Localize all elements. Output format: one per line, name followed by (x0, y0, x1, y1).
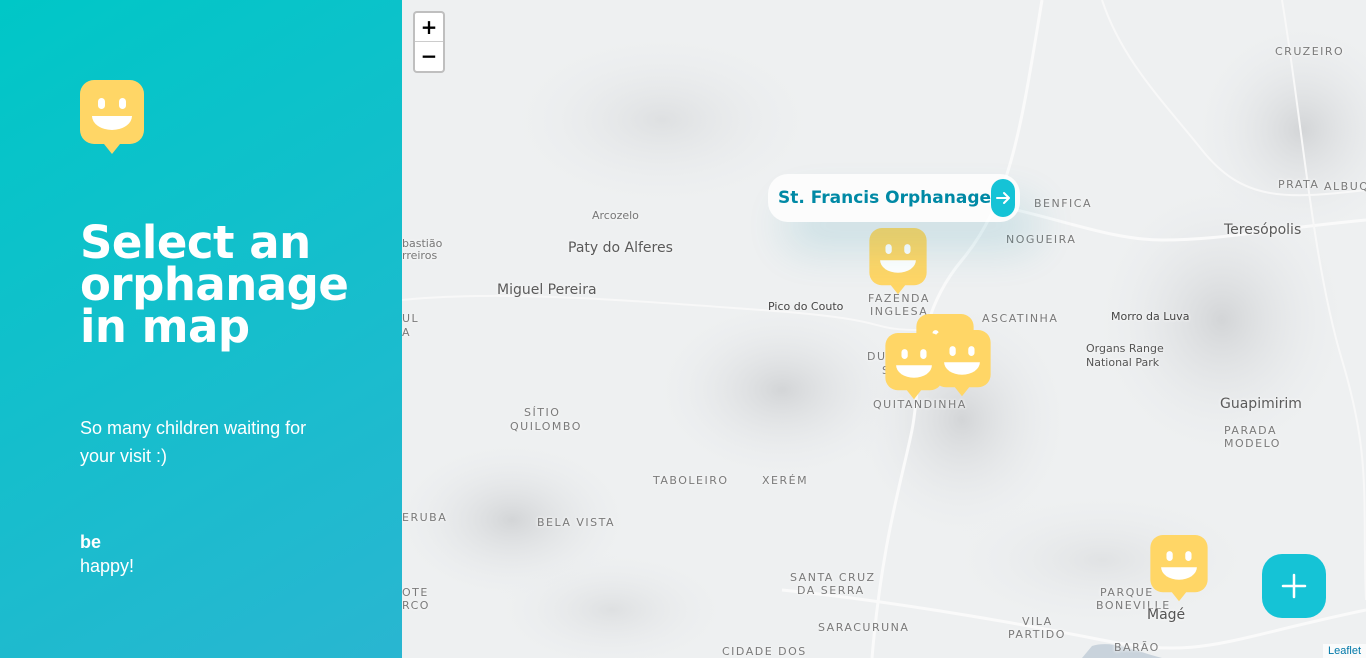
place-label: CRUZEIRO (1275, 45, 1345, 58)
place-label: MODELO (1224, 437, 1281, 450)
zoom-control: + − (413, 11, 445, 73)
zoom-out-button[interactable]: − (415, 42, 443, 71)
arrow-right-icon (996, 192, 1011, 204)
map[interactable]: CRUZEIRO PRATA ALBUQ BENFICA NOGUEIRA Te… (402, 0, 1366, 658)
plus-icon (1281, 573, 1307, 599)
place-label: XERÉM (762, 474, 809, 487)
place-label: UL (402, 312, 420, 325)
place-label: DA SERRA (797, 584, 865, 597)
place-label: RCO (402, 599, 430, 612)
place-label: Pico do Couto (768, 300, 844, 313)
zoom-in-button[interactable]: + (415, 13, 443, 42)
map-terrain (402, 0, 1366, 658)
place-label: PARADA (1224, 424, 1277, 437)
place-label: TABOLEIRO (653, 474, 729, 487)
footer-strong: be (80, 532, 102, 552)
page-title: Select an orphanage in map (80, 216, 349, 353)
place-label: DU (867, 350, 887, 363)
place-label: CIDADE DOS (722, 645, 807, 658)
place-label: BENFICA (1034, 197, 1093, 210)
smiley-marker-icon (1150, 535, 1208, 602)
smiley-marker-icon (933, 330, 991, 397)
place-label: Miguel Pereira (497, 282, 597, 298)
place-label: Magé (1147, 607, 1186, 623)
place-label: Arcozelo (592, 209, 639, 222)
popup-orphanage-name: St. Francis Orphanage (778, 188, 992, 208)
place-label: QUILOMBO (510, 420, 582, 433)
place-label: rreiros (402, 249, 438, 262)
orphanage-popup: St. Francis Orphanage (768, 174, 1020, 222)
place-label: Morro da Luva (1111, 310, 1190, 323)
place-label: Organs Range (1086, 342, 1164, 355)
place-label: PARTIDO (1008, 628, 1066, 641)
place-label: PARQUE (1100, 586, 1154, 599)
place-label: ALBUQ (1324, 180, 1366, 193)
smiley-marker-icon (869, 228, 927, 295)
map-attribution[interactable]: Leaflet (1322, 644, 1366, 658)
place-label: A (402, 326, 412, 339)
smiley-marker-icon (80, 80, 144, 156)
orphanage-marker[interactable] (1150, 535, 1208, 603)
place-label: ERUBA (402, 511, 448, 524)
place-label: VILA (1022, 615, 1053, 628)
sidebar-footer: be happy! (80, 530, 134, 578)
place-label: National Park (1086, 356, 1160, 369)
page-subtitle: So many children waiting for your visit … (80, 418, 307, 466)
popup-details-link[interactable] (991, 179, 1015, 217)
place-label: SARACURUNA (818, 621, 910, 634)
place-label: BELA VISTA (537, 516, 616, 529)
orphanage-marker[interactable] (869, 228, 927, 296)
place-label: Teresópolis (1224, 222, 1302, 238)
place-label: NOGUEIRA (1006, 233, 1077, 246)
place-label: SANTA CRUZ (790, 571, 876, 584)
orphanage-marker[interactable] (933, 330, 991, 398)
place-label: OTE (402, 586, 429, 599)
place-label: SÍTIO (524, 406, 561, 419)
footer-text: happy! (80, 556, 135, 576)
create-orphanage-button[interactable] (1262, 554, 1326, 618)
place-label: PRATA (1278, 178, 1320, 191)
place-label: Guapimirim (1220, 396, 1302, 412)
place-label: BARÃO (1114, 641, 1160, 654)
place-label: Paty do Alferes (568, 240, 673, 256)
place-label: ASCATINHA (982, 312, 1059, 325)
sidebar: Select an orphanage in map So many child… (0, 0, 402, 658)
